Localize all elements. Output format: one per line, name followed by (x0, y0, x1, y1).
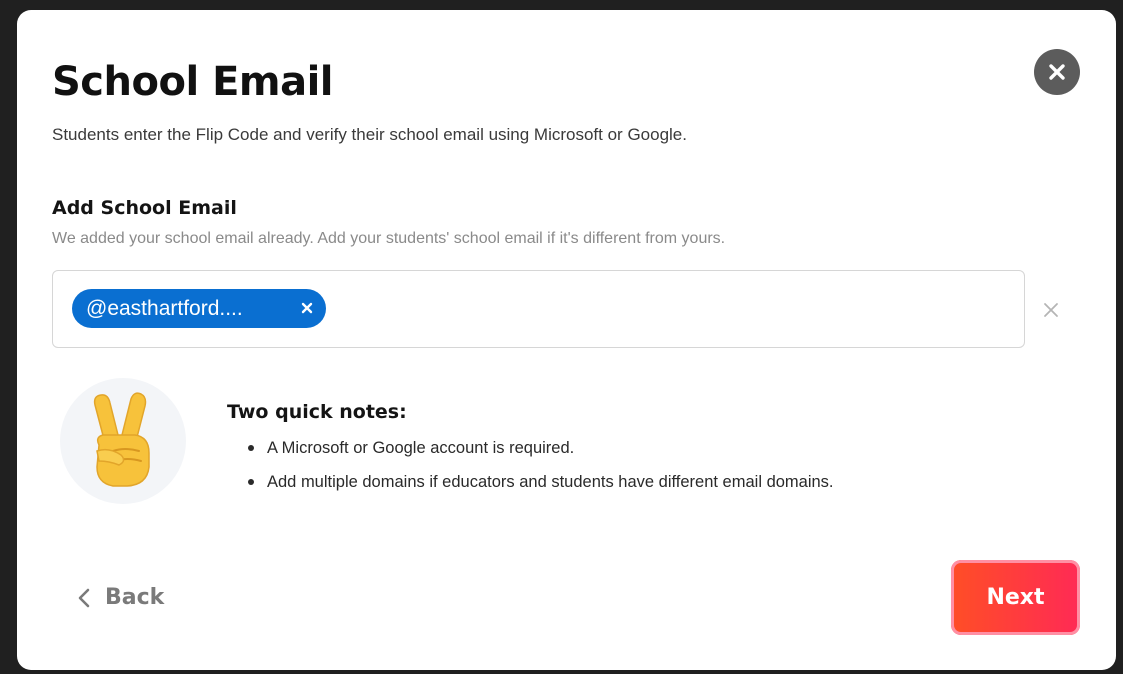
bullet-icon (248, 479, 254, 485)
add-school-email-heading: Add School Email (52, 197, 237, 219)
dialog-subtitle: Students enter the Flip Code and verify … (52, 125, 687, 144)
note-text: Add multiple domains if educators and st… (267, 473, 834, 491)
bullet-icon (248, 445, 254, 451)
add-school-email-helper: We added your school email already. Add … (52, 230, 726, 247)
notes-heading: Two quick notes: (227, 401, 407, 423)
school-email-input[interactable]: @easthartford.... (52, 270, 1025, 348)
school-email-dialog: School Email Students enter the Flip Cod… (17, 10, 1116, 670)
notes-list: A Microsoft or Google account is require… (244, 438, 834, 506)
chip-remove-icon[interactable] (300, 301, 314, 315)
victory-hand-icon (93, 392, 150, 487)
victory-hand-emoji (60, 378, 186, 504)
close-button[interactable] (1034, 49, 1080, 95)
dialog-title: School Email (52, 59, 334, 105)
back-button[interactable]: Back (77, 580, 164, 616)
next-button[interactable]: Next (951, 560, 1080, 635)
next-button-label: Next (986, 585, 1045, 610)
clear-input-icon[interactable] (1043, 302, 1059, 318)
close-icon (1049, 64, 1065, 80)
list-item: A Microsoft or Google account is require… (244, 438, 834, 458)
email-domain-chip: @easthartford.... (72, 289, 326, 328)
list-item: Add multiple domains if educators and st… (244, 472, 834, 492)
note-text: A Microsoft or Google account is require… (267, 439, 575, 457)
chevron-left-icon (78, 588, 90, 608)
email-domain-chip-label: @easthartford.... (86, 296, 243, 320)
back-button-label: Back (105, 585, 165, 610)
